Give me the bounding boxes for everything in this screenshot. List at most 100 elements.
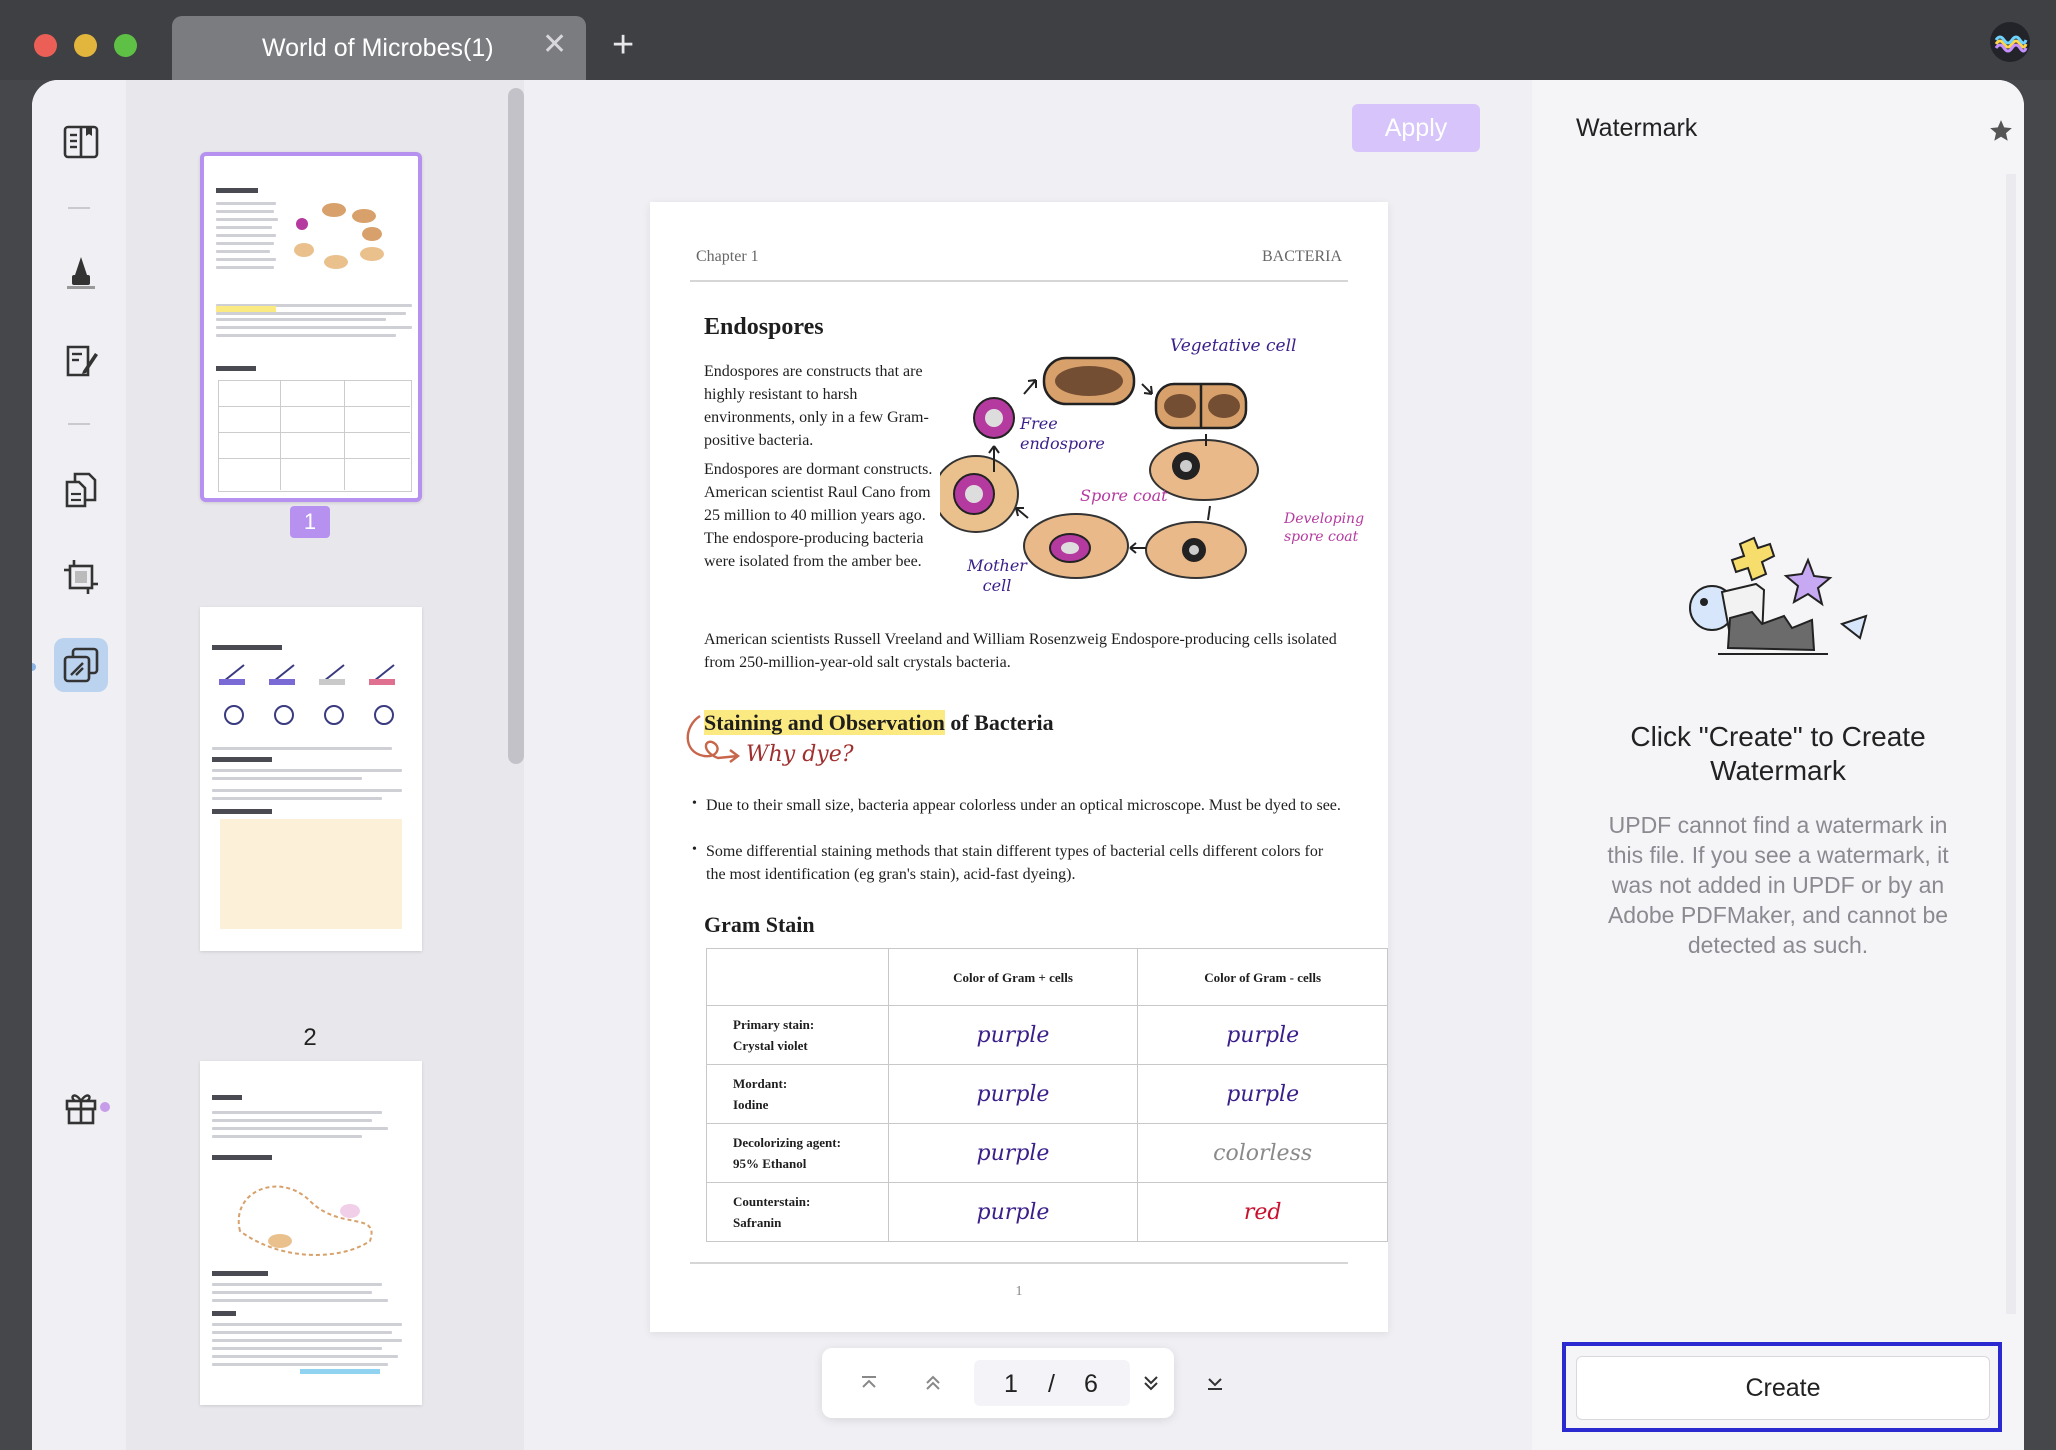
label-mother-cell: Mother cell [967,556,1027,595]
edit-text-icon [66,345,98,377]
gram-negative-cell: purple [1137,1005,1388,1065]
reader-icon [63,125,99,159]
gram-negative-cell: purple [1137,1064,1388,1124]
empty-state-illustration [1689,536,1868,655]
active-tool-indicator [32,663,36,671]
last-page-icon [1208,1378,1222,1390]
document-tab[interactable]: World of Microbes(1) ✕ [172,16,586,80]
table-header-cell [706,948,889,1006]
table-row-label: Counterstain: Safranin [706,1182,889,1242]
table-row-label: Mordant: Iodine [706,1064,889,1124]
page-number-label: 2 [303,1024,317,1051]
close-window-button[interactable] [34,34,57,57]
staining-heading-highlight: Staining and Observation [704,710,945,735]
toolbar-divider [68,207,90,209]
crop-icon [64,560,98,594]
gram-positive-cell: purple [887,1123,1139,1183]
table-row-label: Decolorizing agent: 95% Ethanol [706,1123,889,1183]
why-dye-note: Why dye? [746,742,854,767]
left-toolbar [32,80,126,1450]
bullet-1: Due to their small size, bacteria appear… [706,797,1341,814]
tab-close-icon[interactable]: ✕ [542,30,567,60]
notification-dot [100,1102,110,1112]
staining-heading: Staining and Observation of Bacteria [704,710,1054,736]
header-rule [690,280,1348,282]
staining-heading-rest: of Bacteria [944,710,1054,735]
panel-title: Watermark [1576,114,1698,142]
table-row: Counterstain: Safranin purple red [706,1182,1388,1242]
bullet-2: Some differential staining methods that … [706,843,1324,883]
table-header-cell: Color of Gram - cells [1137,948,1388,1006]
toolbar-divider [68,423,90,425]
app-window: 1 2 Apply Chapter 1 BACTERIA Endospores … [32,80,2024,1450]
comment-tool[interactable] [54,244,108,298]
gram-positive-cell: purple [887,1182,1139,1242]
table-header-cell: Color of Gram + cells [887,948,1139,1006]
watermark-tool[interactable] [54,638,108,692]
zoom-window-button[interactable] [114,34,137,57]
bullet-dot: • [692,842,697,857]
page-header-chapter: Chapter 1 [696,248,759,265]
bullet-dot: • [692,796,697,811]
pdf-page: Chapter 1 BACTERIA Endospores Endospores… [650,202,1388,1332]
empty-state-description: UPDF cannot find a watermark in this fil… [1607,812,1949,958]
empty-state-heading: Click "Create" to Create Watermark [1630,721,1926,786]
label-spore-coat: Spore coat [1080,486,1168,505]
star-icon [1990,120,2012,141]
table-row-label: Primary stain: Crystal violet [706,1005,889,1065]
prev-page-button[interactable] [916,1366,950,1400]
endospores-paragraph-2: Endospores are dormant constructs. Ameri… [704,461,933,570]
organize-tool[interactable] [54,463,108,517]
endospores-paragraph-1: Endospores are constructs that are highl… [704,363,929,449]
page-thumbnail-3[interactable] [200,1061,422,1405]
page-number-label: 1 [290,506,330,538]
document-viewer: Apply Chapter 1 BACTERIA Endospores Endo… [526,80,1532,1450]
apply-button[interactable]: Apply [1352,104,1480,152]
label-developing-spore-coat: Developing spore coat [1284,511,1365,545]
next-page-icon [1144,1376,1158,1391]
create-button[interactable]: Create [1576,1356,1990,1420]
edit-tool[interactable] [54,334,108,388]
label-free-endospore: Free endospore [1020,414,1105,453]
current-page: 1 [1004,1370,1018,1398]
watermark-panel: Watermark Click "Create" to Create Water… [1532,80,2024,1450]
gram-negative-cell: colorless [1137,1123,1388,1183]
prev-page-icon [926,1375,940,1390]
favorite-button[interactable] [1988,118,2014,149]
endospores-paragraph-3: American scientists Russell Vreeland and… [704,631,1337,671]
minimize-window-button[interactable] [74,34,97,57]
page-footer-number: 1 [1015,1284,1023,1299]
thumbnail-panel: 1 2 [126,80,524,1450]
next-page-button[interactable] [1134,1366,1168,1400]
gram-positive-cell: purple [887,1064,1139,1124]
first-page-button[interactable] [852,1366,886,1400]
new-tab-button[interactable]: + [612,26,634,64]
account-avatar[interactable] [1990,22,2030,62]
gift-icon [65,1094,97,1125]
crop-tool[interactable] [54,550,108,604]
page-header-section: BACTERIA [1262,248,1342,265]
table-row: Mordant: Iodine purple purple [706,1064,1388,1124]
gram-positive-cell: purple [887,1005,1139,1065]
highlighter-icon [67,257,95,289]
table-row: Primary stain: Crystal violet purple purp… [706,1005,1388,1065]
page-navigator: 1 / 6 [822,1348,1174,1418]
table-header-row: Color of Gram + cells Color of Gram - ce… [706,948,1388,1006]
gram-stain-table: Color of Gram + cells Color of Gram - ce… [706,948,1388,1242]
label-vegetative-cell: Vegetative cell [1170,336,1297,356]
panel-scrollbar[interactable] [2006,174,2016,1314]
organize-pages-icon [65,472,97,508]
title-bar: World of Microbes(1) ✕ + [0,0,2056,80]
endospores-heading: Endospores [704,314,824,340]
gram-negative-cell: red [1137,1182,1388,1242]
table-row: Decolorizing agent: 95% Ethanol purple co… [706,1123,1388,1183]
create-button-focus-frame: Create [1562,1342,2002,1432]
thumbnail-scrollbar[interactable] [508,88,524,764]
footer-rule [690,1262,1348,1264]
last-page-button[interactable] [1198,1366,1232,1400]
page-thumbnail-1[interactable] [200,152,422,502]
reader-tool[interactable] [54,115,108,169]
first-page-icon [862,1376,876,1388]
page-thumbnail-2[interactable] [200,607,422,951]
page-separator: / [1048,1370,1055,1398]
